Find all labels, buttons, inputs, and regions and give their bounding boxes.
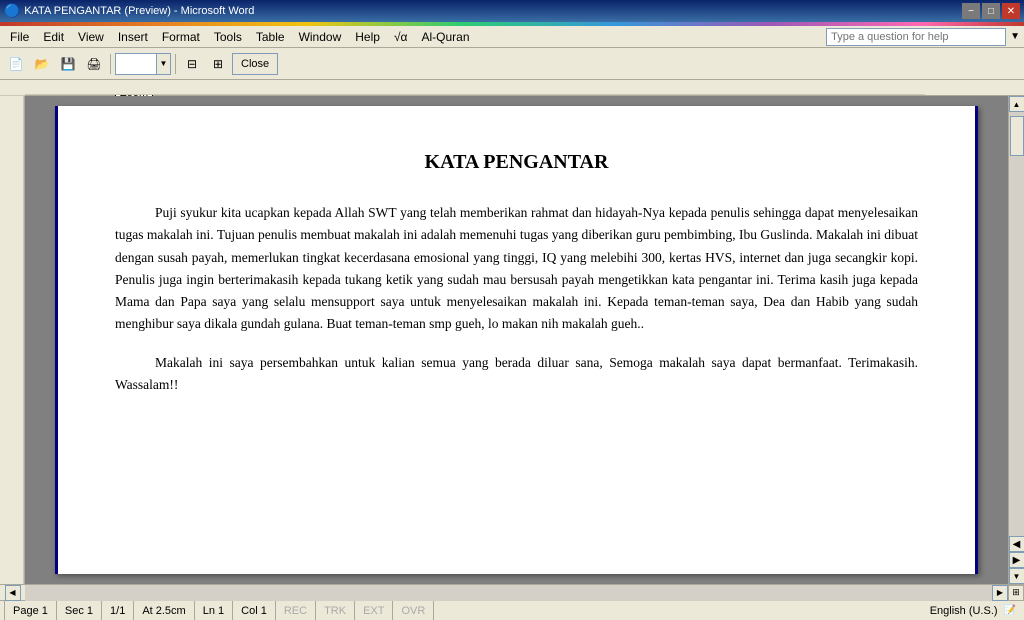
zoom-box: 92% ▼ [115,53,171,75]
menu-table[interactable]: Table [250,28,291,46]
scroll-next-page[interactable]: ▶ [1009,552,1024,568]
separator-1 [110,54,111,74]
document-title: KATA PENGANTAR [115,146,918,178]
help-search-area: ▼ [826,28,1020,46]
h-scroll-left-area: ◀ [0,585,25,601]
status-trk: TRK [316,601,355,620]
new-button[interactable]: 📄 [4,52,28,76]
h-scroll-left-button[interactable]: ◀ [5,585,21,601]
menu-bar: File Edit View Insert Format Tools Table… [0,26,1024,48]
scroll-up-button[interactable]: ▲ [1009,96,1024,112]
ruler-row [0,80,1024,96]
menu-formula[interactable]: √α [388,28,414,46]
ruler-corner [0,80,25,95]
status-ext: EXT [355,601,393,620]
status-page-of: 1/1 [102,601,134,620]
menu-view[interactable]: View [72,28,110,46]
separator-2 [175,54,176,74]
menu-insert[interactable]: Insert [112,28,154,46]
menu-window[interactable]: Window [293,28,348,46]
maximize-button[interactable]: □ [982,3,1000,19]
document-page: KATA PENGANTAR Puji syukur kita ucapkan … [55,106,978,574]
scroll-track[interactable] [1009,112,1024,536]
paragraph-2: Makalah ini saya persembahkan untuk kali… [115,352,918,397]
help-search-arrow[interactable]: ▼ [1010,31,1020,42]
title-bar: 🔵 KATA PENGANTAR (Preview) - Microsoft W… [0,0,1024,22]
page-right-border [975,106,978,574]
right-scrollbar: ▲ ◀ ▶ ▼ [1008,96,1024,584]
title-bar-controls: − □ ✕ [962,3,1020,19]
top-ruler [25,80,1024,95]
scroll-prev-page[interactable]: ◀ [1009,536,1024,552]
save-button[interactable]: 💾 [56,52,80,76]
status-lang-icon: 📝 [1004,605,1016,616]
status-col: Col 1 [233,601,276,620]
h-scroll-right-area: ▶ [992,585,1008,601]
status-lang-text: English (U.S.) [930,605,998,617]
zoom-arrow[interactable]: ▼ [156,54,170,74]
resize-corner: ⊞ [1008,585,1024,601]
menu-help[interactable]: Help [349,28,386,46]
close-preview-button[interactable]: Close [232,53,278,75]
page-content: KATA PENGANTAR Puji syukur kita ucapkan … [55,106,978,452]
page-left-border [55,106,58,574]
paragraph-1: Puji syukur kita ucapkan kepada Allah SW… [115,202,918,336]
minimize-button[interactable]: − [962,3,980,19]
status-language: English (U.S.) 📝 [926,605,1020,617]
status-ovr: OVR [393,601,434,620]
status-bar: Page 1 Sec 1 1/1 At 2.5cm Ln 1 Col 1 REC… [0,600,1024,620]
horizontal-scrollbar: ◀ ▶ ⊞ [0,584,1024,600]
menu-alquran[interactable]: Al-Quran [415,28,475,46]
window-title: KATA PENGANTAR (Preview) - Microsoft Wor… [24,5,254,17]
menu-tools[interactable]: Tools [208,28,248,46]
h-scroll-track[interactable] [25,585,992,601]
print-preview-button[interactable]: 🖨 [82,52,106,76]
menu-format[interactable]: Format [156,28,206,46]
open-button[interactable]: 📂 [30,52,54,76]
view-button[interactable]: ⊞ [206,52,230,76]
title-bar-title: 🔵 KATA PENGANTAR (Preview) - Microsoft W… [4,3,254,19]
scroll-down-button[interactable]: ▼ [1009,568,1024,584]
status-ln: Ln 1 [195,601,233,620]
h-scroll-right-button[interactable]: ▶ [992,585,1008,601]
menu-edit[interactable]: Edit [37,28,70,46]
status-page: Page 1 [4,601,57,620]
main-area: KATA PENGANTAR Puji syukur kita ucapkan … [0,96,1024,584]
toolbar: 📄 📂 💾 🖨 92% ▼ ⊟ ⊞ Close [0,48,1024,80]
scroll-thumb[interactable] [1010,116,1024,156]
help-search-input[interactable] [826,28,1006,46]
zoom-input[interactable]: 92% [116,54,156,74]
content-area: KATA PENGANTAR Puji syukur kita ucapkan … [25,96,1008,584]
status-rec: REC [276,601,316,620]
menu-file[interactable]: File [4,28,35,46]
close-button[interactable]: ✕ [1002,3,1020,19]
status-sec: Sec 1 [57,601,102,620]
left-ruler [0,96,25,584]
shrink-button[interactable]: ⊟ [180,52,204,76]
status-at: At 2.5cm [134,601,194,620]
